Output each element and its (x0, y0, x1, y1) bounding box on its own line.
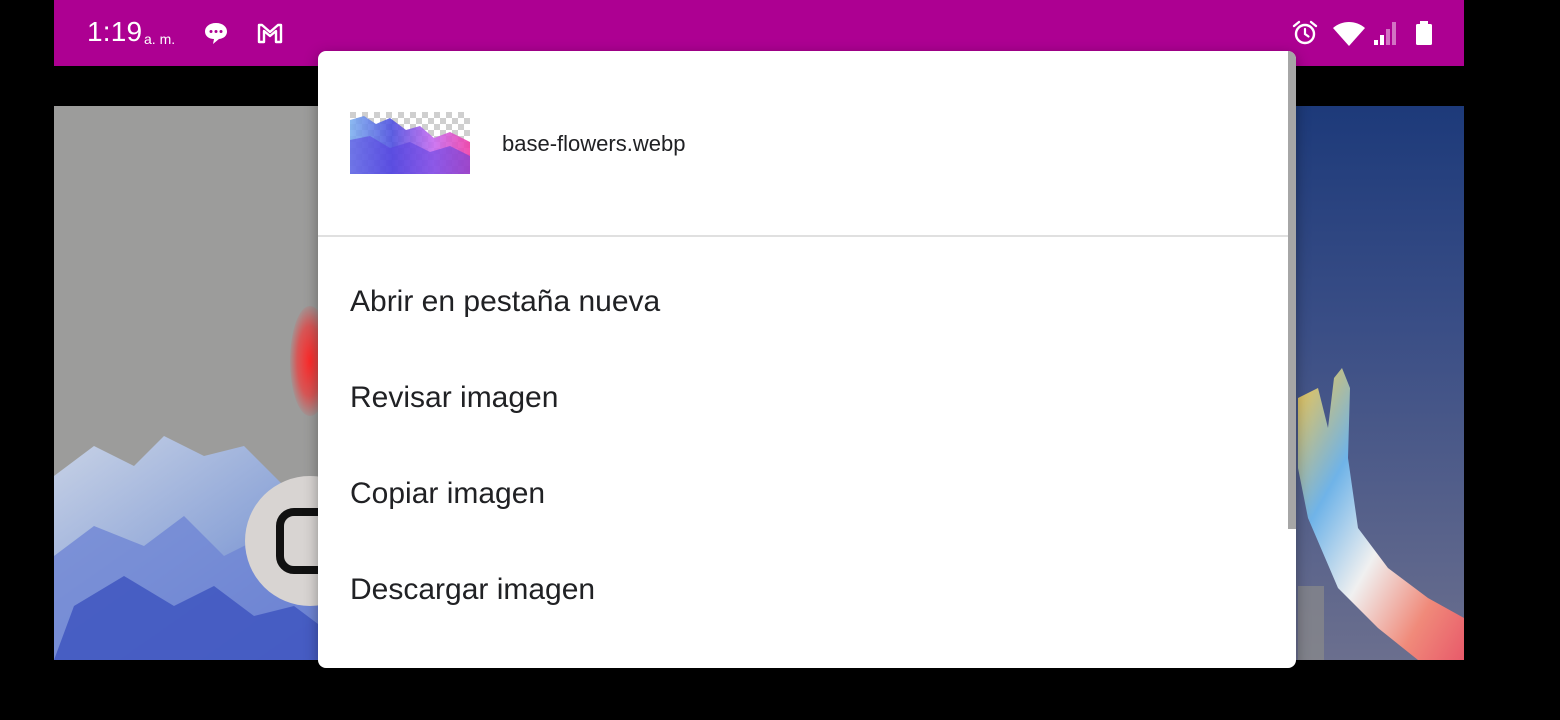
header-divider (318, 235, 1296, 237)
menu-item-label: Copiar imagen (350, 477, 546, 510)
gmail-icon (257, 23, 283, 44)
menu-item-label: Abrir en pestaña nueva (350, 285, 661, 318)
menu-scrollbar[interactable] (1288, 51, 1296, 529)
chat-bubble-icon (205, 23, 227, 44)
menu-item-open-new-tab[interactable]: Abrir en pestaña nueva (318, 253, 1288, 349)
menu-item-label: Revisar imagen (350, 381, 559, 414)
device-screen: 1:19 a. m. base-flowers.webp Abrir en pe… (54, 0, 1464, 720)
context-menu-header: base-flowers.webp (318, 51, 1296, 235)
image-thumbnail (350, 112, 470, 174)
image-context-menu: base-flowers.webp Abrir en pestaña nueva… (318, 51, 1296, 668)
alarm-icon (1292, 20, 1318, 45)
colorful-hand-image (1298, 368, 1464, 660)
battery-icon (1416, 21, 1432, 45)
signal-icon (1374, 22, 1396, 45)
menu-item-label: Descargar imagen (350, 573, 596, 606)
image-filename: base-flowers.webp (502, 131, 686, 156)
wifi-icon (1333, 22, 1365, 46)
menu-item-copy-image[interactable]: Copiar imagen (318, 445, 1288, 541)
menu-item-download-image[interactable]: Descargar imagen (318, 541, 1288, 637)
status-time: 1:19 (87, 16, 143, 47)
menu-item-review-image[interactable]: Revisar imagen (318, 349, 1288, 445)
status-ampm: a. m. (144, 31, 176, 47)
